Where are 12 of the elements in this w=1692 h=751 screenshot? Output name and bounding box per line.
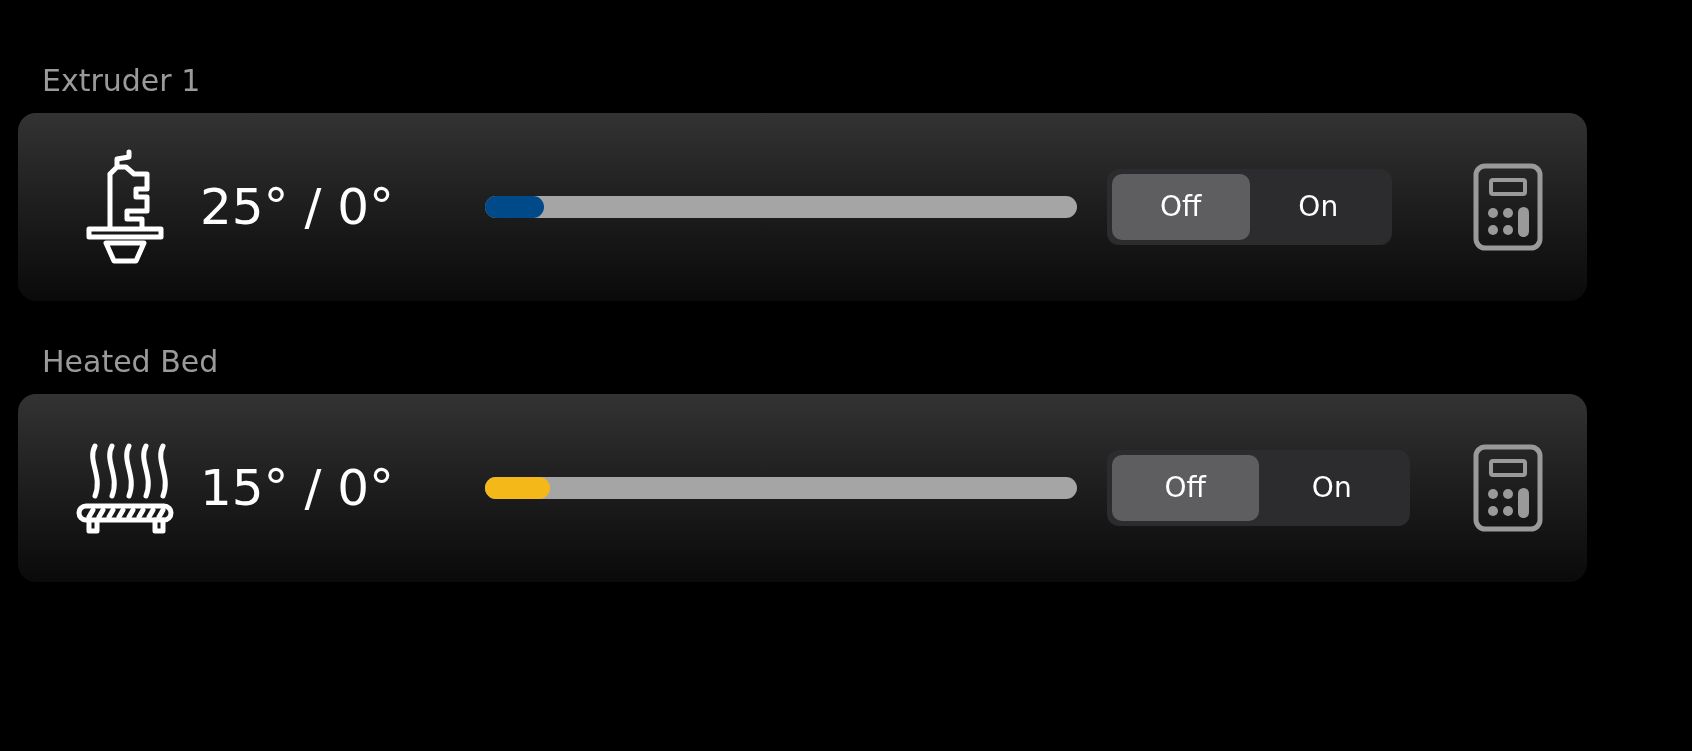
- heated-bed-icon: [75, 440, 175, 536]
- toggle-option[interactable]: On: [1258, 455, 1405, 521]
- section-label: Extruder 1: [41, 62, 202, 100]
- section-label: Heated Bed: [41, 343, 220, 381]
- temperature-reading: 25° / 0°: [199, 176, 396, 238]
- toggle-option[interactable]: On: [1249, 174, 1387, 240]
- extruder-icon: [84, 149, 166, 265]
- calculator-icon[interactable]: [1473, 163, 1543, 251]
- calculator-icon[interactable]: [1473, 444, 1543, 532]
- temperature-reading: 15° / 0°: [199, 457, 396, 519]
- toggle-option[interactable]: Off: [1112, 174, 1250, 240]
- toggle-option[interactable]: Off: [1112, 455, 1259, 521]
